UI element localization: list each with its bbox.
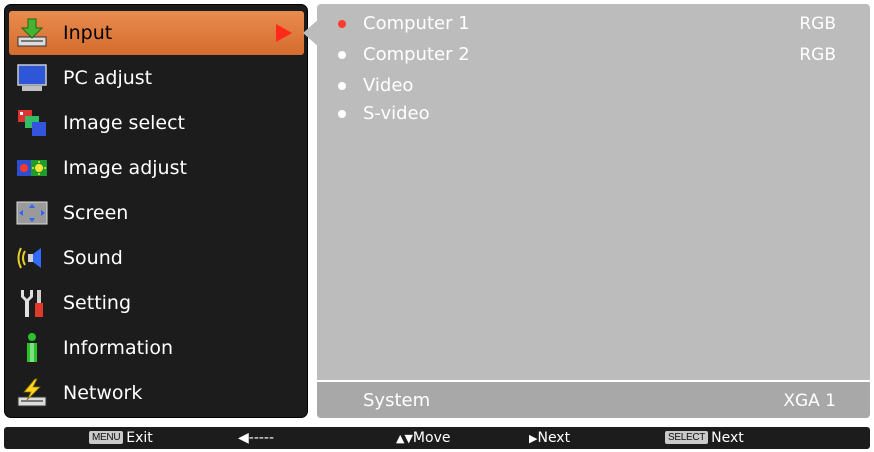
menu-item-sound[interactable]: Sound xyxy=(9,236,304,280)
menu-label: Screen xyxy=(63,202,129,224)
input-option-value: RGB xyxy=(799,14,836,34)
menu-item-information[interactable]: Information xyxy=(9,326,304,370)
information-icon xyxy=(27,333,37,362)
submenu-pointer-icon xyxy=(303,18,320,48)
menu-item-image-adjust[interactable]: Image adjust xyxy=(9,146,304,190)
input-option-label: Computer 1 xyxy=(363,13,470,34)
menu-label: Information xyxy=(63,337,173,359)
menu-label: Image adjust xyxy=(63,157,187,179)
guide-move: ▲▼Move xyxy=(396,427,450,449)
menu-label: Input xyxy=(63,22,113,44)
menu-label: Setting xyxy=(63,292,132,314)
input-option-computer-1[interactable]: Computer 1 RGB xyxy=(317,12,870,36)
system-row[interactable]: System XGA 1 xyxy=(317,380,870,418)
pc-adjust-icon xyxy=(17,64,47,91)
guide-next-label: Next xyxy=(537,430,571,446)
dot-icon xyxy=(338,51,346,59)
guide-exit-label: Exit xyxy=(126,430,153,446)
menu-item-pc-adjust[interactable]: PC adjust xyxy=(9,56,304,100)
guide-select-next: SELECT Next xyxy=(665,427,744,449)
guide-move-label: Move xyxy=(412,430,451,446)
guide-back: ◀----- xyxy=(238,430,275,446)
image-select-icon xyxy=(18,110,46,136)
input-option-value: RGB xyxy=(799,45,836,65)
active-source-dot-icon xyxy=(338,20,346,28)
menu-label: PC adjust xyxy=(63,67,153,89)
setting-icon xyxy=(21,290,43,317)
guide-exit: MENU Exit xyxy=(89,427,153,449)
screen-icon xyxy=(16,201,48,225)
guide-select-next-label: Next xyxy=(711,430,744,446)
system-value: XGA 1 xyxy=(783,391,836,411)
menu-label: Sound xyxy=(63,247,123,269)
menu-label: Image select xyxy=(63,112,185,134)
select-key-icon: SELECT xyxy=(665,431,709,444)
image-adjust-icon xyxy=(17,160,47,176)
menu-item-input[interactable]: Input xyxy=(9,11,304,55)
dot-icon xyxy=(338,110,346,118)
key-guide-bar: MENU Exit ◀----- ▲▼Move ▶Next SELECT Next xyxy=(4,427,870,449)
input-submenu: Computer 1 RGB Computer 2 RGB Video S-vi… xyxy=(317,4,870,418)
network-icon xyxy=(17,378,47,407)
menu-item-network[interactable]: Network xyxy=(9,371,304,415)
menu-key-icon: MENU xyxy=(89,431,124,444)
sound-icon xyxy=(17,247,41,269)
guide-next: ▶Next xyxy=(529,427,570,449)
input-icon xyxy=(17,18,47,47)
input-option-video[interactable]: Video xyxy=(317,74,870,98)
input-option-label: S-video xyxy=(363,103,430,124)
system-label: System xyxy=(363,390,431,411)
menu-item-image-select[interactable]: Image select xyxy=(9,101,304,145)
input-option-label: Computer 2 xyxy=(363,44,470,65)
menu-item-setting[interactable]: Setting xyxy=(9,281,304,325)
up-down-arrow-icon: ▲▼ xyxy=(396,432,413,445)
dot-icon xyxy=(338,82,346,90)
selected-arrow-icon xyxy=(276,24,292,42)
input-option-label: Video xyxy=(363,75,414,96)
main-menu: Input PC adjust Image select Image adjus… xyxy=(4,4,308,418)
menu-item-screen[interactable]: Screen xyxy=(9,191,304,235)
input-option-s-video[interactable]: S-video xyxy=(317,102,870,126)
input-option-computer-2[interactable]: Computer 2 RGB xyxy=(317,43,870,67)
menu-label: Network xyxy=(63,382,143,404)
